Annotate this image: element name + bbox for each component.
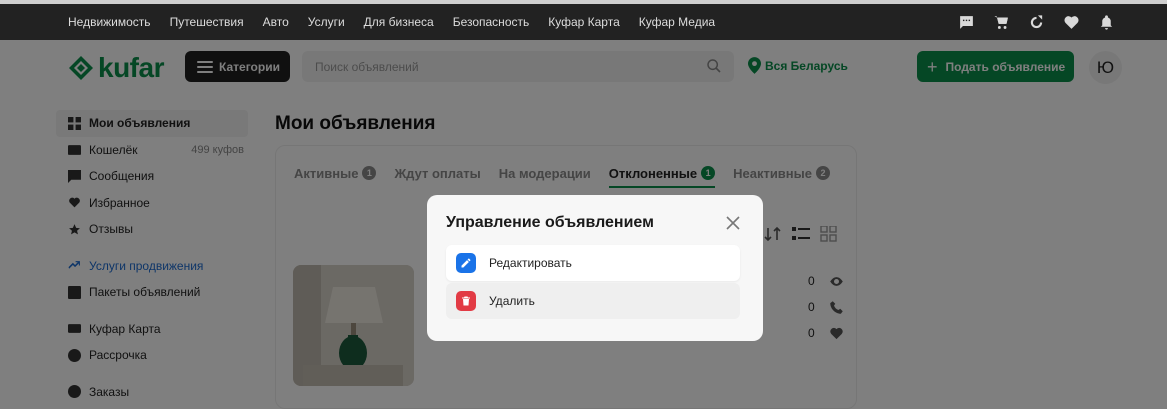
topnav-link-safety[interactable]: Безопасность (453, 15, 530, 29)
compare-icon[interactable] (1028, 14, 1045, 31)
topnav-link-kufar-card[interactable]: Куфар Карта (548, 15, 620, 29)
delete-label: Удалить (489, 294, 535, 308)
cart-icon[interactable] (993, 14, 1010, 31)
topnav-link-kufar-media[interactable]: Куфар Медиа (639, 15, 715, 29)
topnav-link-services[interactable]: Услуги (308, 15, 345, 29)
top-icon-group (958, 4, 1115, 40)
edit-ad-option[interactable]: Редактировать (446, 245, 740, 281)
pencil-icon (456, 253, 476, 273)
ad-management-modal: Управление объявлением Редактировать Уда… (427, 195, 763, 341)
topnav-link-business[interactable]: Для бизнеса (364, 15, 434, 29)
topnav-link-travel[interactable]: Путешествия (170, 15, 244, 29)
chat-icon[interactable] (958, 14, 975, 31)
delete-ad-option[interactable]: Удалить (446, 283, 740, 319)
bell-icon[interactable] (1098, 14, 1115, 31)
modal-title: Управление объявлением (446, 214, 654, 231)
trash-icon (456, 291, 476, 311)
close-icon[interactable] (726, 216, 740, 230)
heart-icon[interactable] (1063, 14, 1080, 31)
topnav-link-auto[interactable]: Авто (263, 15, 289, 29)
edit-label: Редактировать (489, 256, 572, 270)
topnav-link-realty[interactable]: Недвижимость (68, 15, 151, 29)
